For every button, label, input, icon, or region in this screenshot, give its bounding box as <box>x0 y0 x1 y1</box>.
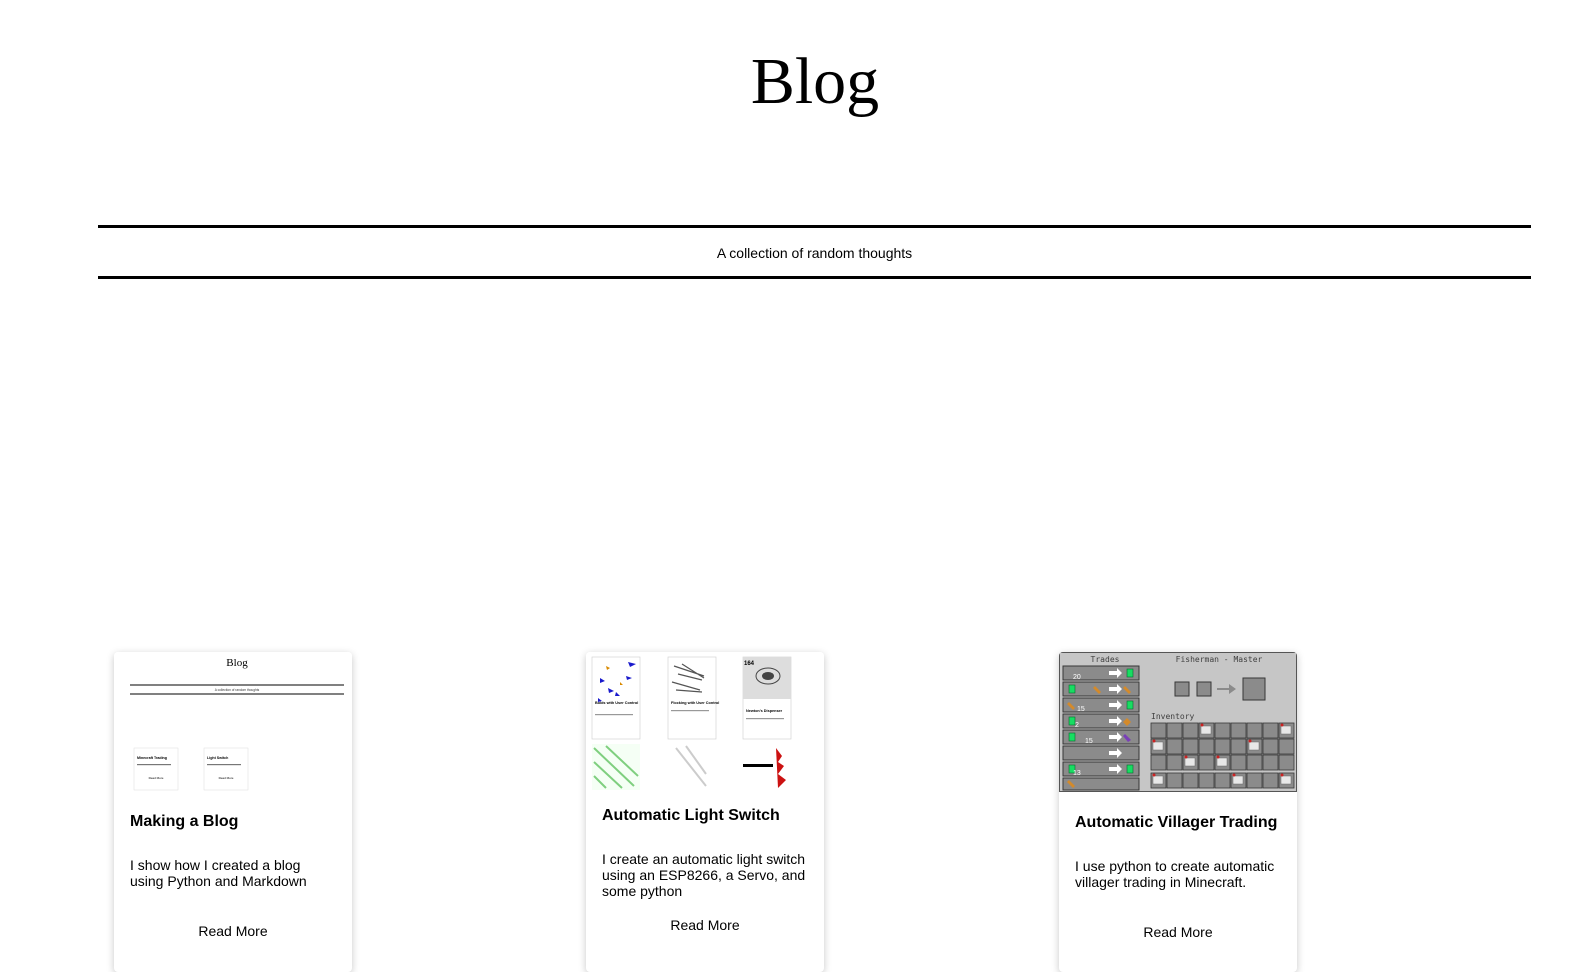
post-title: Automatic Villager Trading <box>1075 814 1278 831</box>
post-title: Making a Blog <box>130 813 239 830</box>
site-tagline: A collection of random thoughts <box>716 245 913 261</box>
trade-count: 2 <box>1075 722 1079 729</box>
post-description: I show how I created a blog using Python… <box>130 857 307 889</box>
post-thumbnail: Blog A collection of random thoughts Min… <box>114 652 352 792</box>
mini-card-title: Flocking with User Control <box>671 701 719 705</box>
mini-blog-title: Blog <box>226 657 248 669</box>
post-card-automatic-light-switch[interactable]: Boids with User Control Flocking with Us… <box>586 652 824 972</box>
trade-count: 15 <box>1077 706 1085 713</box>
header-top-rule <box>98 225 1531 228</box>
read-more-link[interactable]: Read More <box>114 922 352 940</box>
post-title: Automatic Light Switch <box>602 807 780 824</box>
mini-card-title: Boids with User Control <box>595 701 638 705</box>
mini-badge: 164 <box>744 661 755 667</box>
trade-count: 15 <box>1085 738 1093 745</box>
post-description: I create an automatic light switch using… <box>602 851 806 899</box>
villager-label: Fisherman - Master <box>1176 655 1263 664</box>
inventory-label: Inventory <box>1151 712 1195 721</box>
mini-card-read-more: Read More <box>219 776 234 780</box>
mini-card-read-more: Read More <box>149 776 164 780</box>
blog-screenshot-image: Blog A collection of random thoughts Min… <box>114 652 352 792</box>
projects-screenshot-image: Boids with User Control Flocking with Us… <box>586 652 824 792</box>
mini-card-title: Newton's Dispenser <box>746 709 783 713</box>
trade-count: 20 <box>1073 674 1081 681</box>
post-thumbnail: Trades Fisherman - Master 20 15 2 15 13 … <box>1059 652 1297 792</box>
header-bottom-rule <box>98 276 1531 279</box>
read-more-link[interactable]: Read More <box>586 916 824 934</box>
site-title: Blog <box>750 45 880 118</box>
post-description: I use python to create automatic village… <box>1075 858 1275 890</box>
trades-label: Trades <box>1091 655 1120 664</box>
post-thumbnail: Boids with User Control Flocking with Us… <box>586 652 824 792</box>
mini-card-title: Minecraft Trading <box>137 756 167 760</box>
mini-blog-tagline: A collection of random thoughts <box>215 688 260 692</box>
post-card-making-a-blog[interactable]: Blog A collection of random thoughts Min… <box>114 652 352 972</box>
minecraft-trading-image: Trades Fisherman - Master 20 15 2 15 13 … <box>1059 652 1297 792</box>
post-card-automatic-villager-trading[interactable]: Trades Fisherman - Master 20 15 2 15 13 … <box>1059 652 1297 972</box>
mini-card-title: Light Switch <box>207 756 228 760</box>
trade-count: 13 <box>1073 770 1081 777</box>
read-more-link[interactable]: Read More <box>1059 923 1297 941</box>
